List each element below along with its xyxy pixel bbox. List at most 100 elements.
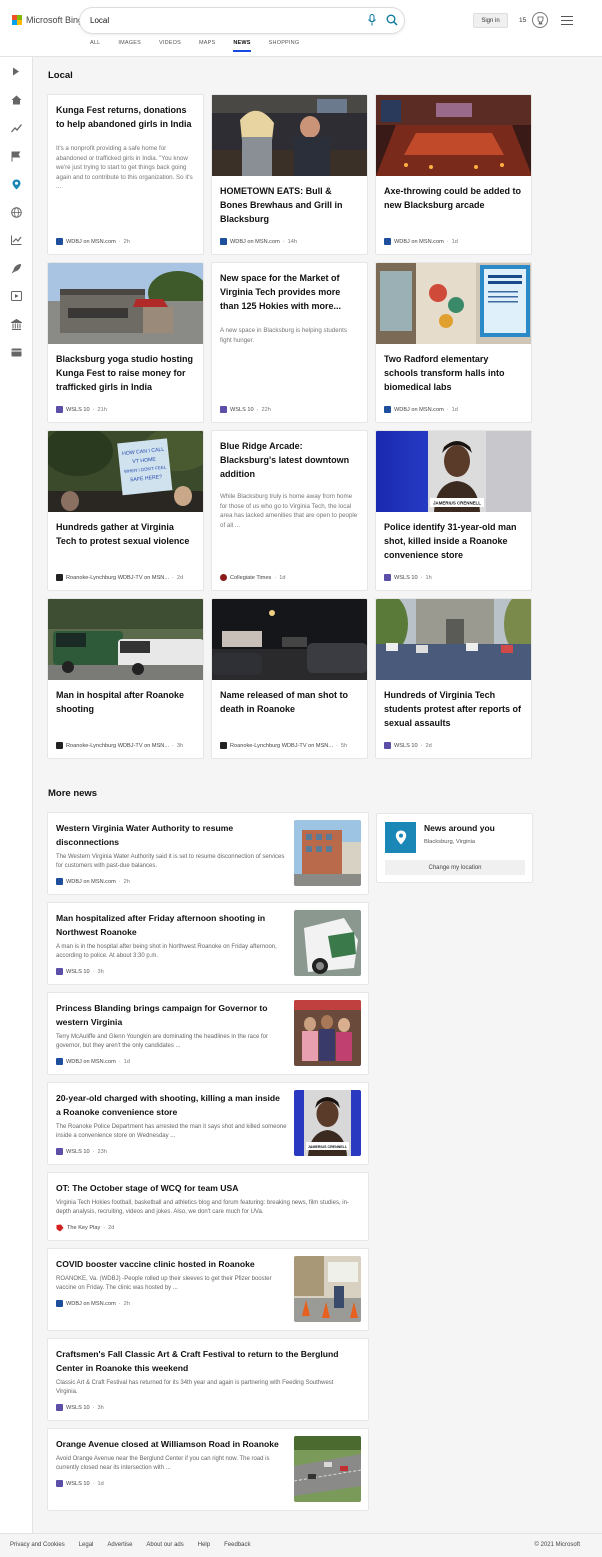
footer-link-about-ads[interactable]: About our ads [146, 1542, 183, 1548]
scope-tabs: ALL IMAGES VIDEOS MAPS NEWS SHOPPING [90, 40, 317, 52]
protest-sign-image[interactable]: HOW CAN I CALL VT HOME WHEN I DON'T FEEL… [48, 431, 204, 512]
source-name: WSLS 10 [394, 742, 418, 749]
more-news-title[interactable]: Craftsmen's Fall Classic Art & Craft Fes… [56, 1347, 356, 1375]
more-news-title[interactable]: 20-year-old charged with shooting, killi… [56, 1091, 284, 1119]
globe-icon[interactable] [10, 206, 22, 218]
menu-icon[interactable] [561, 16, 573, 25]
police-scene-image[interactable] [48, 599, 204, 680]
wdbj-tv-logo-icon [56, 574, 63, 581]
more-news-item[interactable]: Western Virginia Water Authority to resu… [47, 812, 369, 895]
wsls-logo-icon [56, 1480, 63, 1487]
campus-protest-image[interactable] [376, 599, 532, 680]
tab-all[interactable]: ALL [90, 40, 100, 52]
news-card-title[interactable]: Axe-throwing could be added to new Black… [384, 184, 524, 212]
more-news-title[interactable]: Western Virginia Water Authority to resu… [56, 821, 284, 849]
news-card-title[interactable]: Police identify 31-year-old man shot, ki… [384, 520, 524, 562]
tab-images[interactable]: IMAGES [118, 40, 141, 52]
entertainment-icon[interactable] [10, 290, 22, 302]
mugshot-thumbnail[interactable]: JAMERIUS CRENNELL [294, 1090, 361, 1156]
source-name: WSLS 10 [66, 1148, 90, 1155]
politics-building-icon[interactable] [10, 318, 22, 330]
news-card[interactable]: Blue Ridge Arcade: Blacksburg's latest d… [211, 430, 368, 591]
more-news-item[interactable]: Craftsmen's Fall Classic Art & Craft Fes… [47, 1338, 369, 1421]
news-card[interactable]: Blacksburg yoga studio hosting Kunga Fes… [47, 262, 204, 423]
expand-rail-icon[interactable] [10, 65, 22, 77]
news-card[interactable]: Man in hospital after Roanoke shooting R… [47, 598, 204, 759]
business-chart-icon[interactable] [10, 234, 22, 246]
news-card[interactable]: Name released of man shot to death in Ro… [211, 598, 368, 759]
more-news-snippet: The Roanoke Police Department has arrest… [56, 1124, 287, 1140]
vaccine-clinic-thumbnail[interactable] [294, 1256, 361, 1322]
footer-link-advertise[interactable]: Advertise [107, 1542, 132, 1548]
news-card[interactable]: New space for the Market of Virginia Tec… [211, 262, 368, 423]
tab-shopping[interactable]: SHOPPING [269, 40, 300, 52]
more-news-item[interactable]: COVID booster vaccine clinic hosted in R… [47, 1248, 369, 1331]
rewards-trophy-icon[interactable] [532, 12, 548, 28]
more-news-title[interactable]: Orange Avenue closed at Williamson Road … [56, 1437, 292, 1451]
news-card-title[interactable]: Blacksburg yoga studio hosting Kunga Fes… [56, 352, 196, 394]
footer-link-legal[interactable]: Legal [79, 1542, 94, 1548]
restaurant-interview-image[interactable] [212, 95, 368, 176]
home-icon[interactable] [10, 94, 22, 106]
footer-link-feedback[interactable]: Feedback [224, 1542, 250, 1548]
news-card-title[interactable]: HOMETOWN EATS: Bull & Bones Brewhaus and… [220, 184, 360, 226]
news-card-title[interactable]: Hundreds of Virginia Tech students prote… [384, 688, 524, 730]
more-news-item[interactable]: Orange Avenue closed at Williamson Road … [47, 1428, 369, 1511]
timestamp: 3h [176, 742, 184, 749]
news-card-title[interactable]: Blue Ridge Arcade: Blacksburg's latest d… [220, 439, 360, 481]
news-card[interactable]: HOW CAN I CALL VT HOME WHEN I DON'T FEEL… [47, 430, 204, 591]
more-news-item[interactable]: Princess Blanding brings campaign for Go… [47, 992, 369, 1075]
news-card-title[interactable]: Name released of man shot to death in Ro… [220, 688, 360, 716]
more-news-source: WSLS 10 · 23h [56, 1148, 107, 1155]
news-card[interactable]: JAMERIUS CRENNELL Police identify 31-yea… [375, 430, 532, 591]
wsls-logo-icon [56, 968, 63, 975]
more-news-title[interactable]: OT: The October stage of WCQ for team US… [56, 1181, 356, 1195]
more-news-title[interactable]: COVID booster vaccine clinic hosted in R… [56, 1257, 284, 1271]
news-card-title[interactable]: New space for the Market of Virginia Tec… [220, 271, 360, 313]
night-scene-image[interactable] [212, 599, 368, 680]
science-rocket-icon[interactable] [10, 262, 22, 274]
arcade-interior-image[interactable] [376, 95, 532, 176]
microphone-icon[interactable] [367, 14, 377, 26]
road-thumbnail[interactable] [294, 1436, 361, 1502]
news-card-title[interactable]: Hundreds gather at Virginia Tech to prot… [56, 520, 196, 548]
search-input[interactable] [90, 13, 350, 28]
news-card[interactable]: Kunga Fest returns, donations to help ab… [47, 94, 204, 255]
news-card-title[interactable]: Two Radford elementary schools transform… [384, 352, 524, 394]
more-news-item[interactable]: Man hospitalized after Friday afternoon … [47, 902, 369, 985]
more-news-item[interactable]: 20-year-old charged with shooting, killi… [47, 1082, 369, 1165]
building-thumbnail[interactable] [294, 820, 361, 886]
trending-icon[interactable] [10, 122, 22, 134]
police-car-thumbnail[interactable] [294, 910, 361, 976]
tab-maps[interactable]: MAPS [199, 40, 215, 52]
more-news-source: WDBJ on MSN.com · 2h [56, 1300, 130, 1307]
wsls-logo-icon [56, 1148, 63, 1155]
local-pin-icon[interactable] [10, 178, 22, 190]
search-icon[interactable] [386, 14, 398, 26]
money-card-icon[interactable] [10, 346, 22, 358]
footer-link-help[interactable]: Help [198, 1542, 210, 1548]
more-news-item[interactable]: OT: The October stage of WCQ for team US… [47, 1172, 369, 1241]
school-hallway-mural-image[interactable] [376, 263, 532, 344]
current-location: Blacksburg, Virginia [424, 839, 476, 845]
tab-videos[interactable]: VIDEOS [159, 40, 181, 52]
news-card[interactable]: Hundreds of Virginia Tech students prote… [375, 598, 532, 759]
change-location-button[interactable]: Change my location [385, 860, 525, 875]
group-photo-thumbnail[interactable] [294, 1000, 361, 1066]
more-news-title[interactable]: Princess Blanding brings campaign for Go… [56, 1001, 284, 1029]
footer-link-privacy[interactable]: Privacy and Cookies [10, 1542, 65, 1548]
yoga-studio-building-image[interactable] [48, 263, 204, 344]
news-card-title[interactable]: Kunga Fest returns, donations to help ab… [56, 103, 196, 131]
sign-in-button[interactable]: Sign in [473, 13, 508, 28]
more-news-snippet: The Western Virginia Water Authority sai… [56, 854, 285, 870]
tab-news[interactable]: NEWS [233, 40, 251, 52]
news-card[interactable]: Two Radford elementary schools transform… [375, 262, 532, 423]
news-card[interactable]: HOMETOWN EATS: Bull & Bones Brewhaus and… [211, 94, 368, 255]
bing-logo[interactable]: Microsoft Bing [12, 15, 83, 25]
news-card-title[interactable]: Man in hospital after Roanoke shooting [56, 688, 196, 716]
mugshot-image[interactable]: JAMERIUS CRENNELL [376, 431, 532, 512]
more-news-title[interactable]: Man hospitalized after Friday afternoon … [56, 911, 284, 939]
news-card[interactable]: Axe-throwing could be added to new Black… [375, 94, 532, 255]
news-around-title: News around you [424, 823, 495, 833]
flag-icon[interactable] [10, 150, 22, 162]
